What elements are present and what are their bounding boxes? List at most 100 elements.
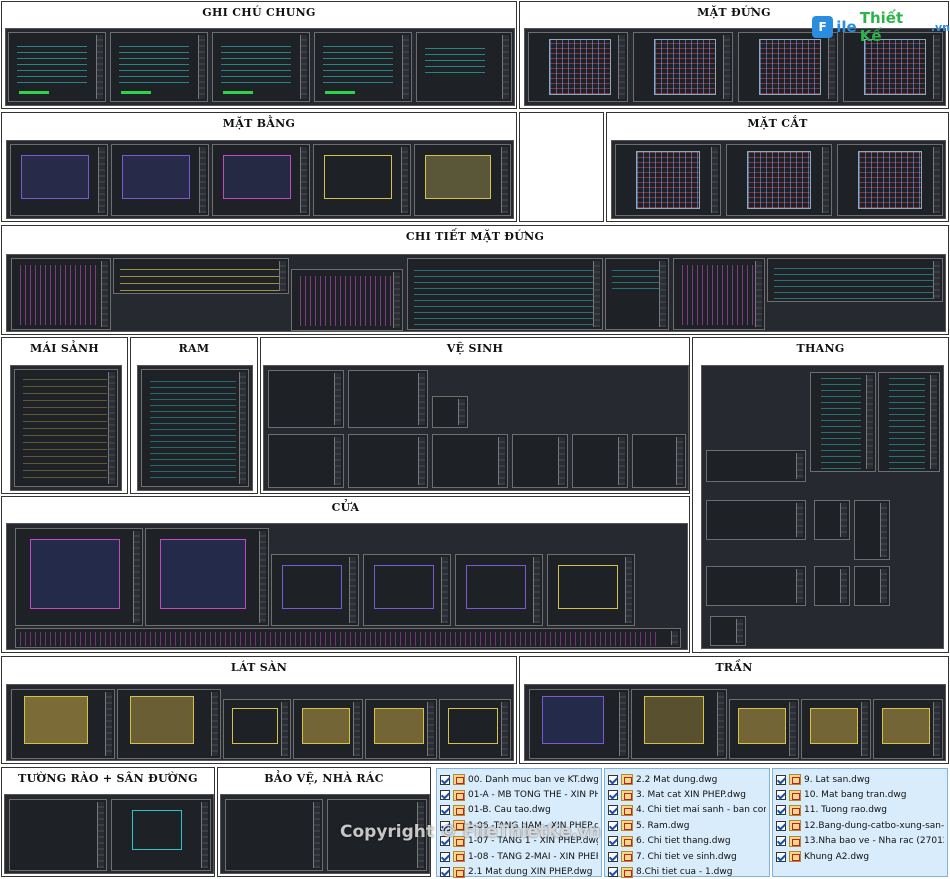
- section-title: VỆ SINH: [446, 342, 504, 355]
- checkbox-icon[interactable]: [440, 805, 450, 816]
- file-item[interactable]: 4. Chi tiet mai sanh - ban cong.dwg: [608, 803, 766, 818]
- file-list-column-2: 2.2 Mat dung.dwg 3. Mat cat XIN PHEP.dwg…: [604, 768, 770, 879]
- cad-viewport: [263, 365, 689, 491]
- file-item[interactable]: 2.1 Mat dung XIN PHEP.dwg: [440, 864, 598, 879]
- file-item[interactable]: 9. Lat san.dwg: [776, 772, 944, 787]
- checkbox-icon[interactable]: [776, 820, 786, 831]
- drawing-sheet: [706, 450, 806, 482]
- panel-tran: TRẦN: [519, 656, 949, 764]
- drawing-sheet: [432, 434, 508, 488]
- checkbox-icon[interactable]: [440, 790, 450, 801]
- file-item[interactable]: 3. Mat cat XIN PHEP.dwg: [608, 787, 766, 802]
- checkbox-icon[interactable]: [776, 851, 786, 862]
- drawing-sheet: [726, 144, 832, 216]
- drawing-sheet: [810, 372, 876, 472]
- checkbox-icon[interactable]: [776, 774, 786, 785]
- checkbox-icon[interactable]: [440, 867, 450, 878]
- cad-viewport: [524, 684, 946, 761]
- section-title: CỬA: [331, 501, 360, 514]
- section-title: LÁT SÀN: [230, 661, 288, 674]
- drawing-sheet: [633, 32, 733, 102]
- drawing-sheet: [837, 144, 943, 216]
- drawing-sheet: [414, 144, 511, 216]
- panel-chi-tiet-mat-dung: CHI TIẾT MẶT ĐỨNG: [1, 225, 949, 335]
- drawing-sheet: [313, 144, 411, 216]
- filethietke-logo: F ile Thiết Kế .vn: [812, 9, 950, 45]
- copyright-watermark: Copyright © FileThietKe.vn: [340, 822, 601, 842]
- drawing-sheet: [673, 258, 765, 330]
- cad-viewport: [5, 28, 515, 106]
- drawing-sheet: [878, 372, 940, 472]
- file-item[interactable]: 7. Chi tiet ve sinh.dwg: [608, 849, 766, 864]
- dwg-file-icon: [621, 835, 633, 847]
- checkbox-icon[interactable]: [608, 867, 618, 878]
- drawing-sheet: [854, 500, 890, 560]
- drawing-sheet: [15, 628, 681, 648]
- checkbox-icon[interactable]: [440, 851, 450, 862]
- panel-mat-bang: MẶT BẰNG: [1, 112, 517, 222]
- file-list-column-3: 9. Lat san.dwg 10. Mat bang tran.dwg 11.…: [772, 768, 948, 877]
- checkbox-icon[interactable]: [608, 805, 618, 816]
- drawing-sheet: [632, 434, 686, 488]
- cad-viewport: [6, 684, 514, 761]
- file-item[interactable]: 12.Bang-dung-catbo-xung-san-duon...: [776, 818, 944, 833]
- drawing-sheet: [572, 434, 628, 488]
- dwg-file-icon: [789, 774, 801, 786]
- drawing-sheet: [11, 689, 115, 759]
- logo-text-file: ile: [836, 18, 857, 36]
- panel-cua: CỬA: [1, 496, 690, 653]
- file-item[interactable]: 6. Chi tiet thang.dwg: [608, 834, 766, 849]
- dwg-file-icon: [789, 804, 801, 816]
- checkbox-icon[interactable]: [608, 774, 618, 785]
- checkbox-icon[interactable]: [776, 790, 786, 801]
- drawing-sheet: [225, 799, 323, 871]
- file-item[interactable]: 5. Ram.dwg: [608, 818, 766, 833]
- dwg-file-icon: [453, 851, 465, 863]
- drawing-sheet: [512, 434, 568, 488]
- file-item[interactable]: 13.Nha bao ve - Nha rac (27012022).d...: [776, 834, 944, 849]
- drawing-sheet: [767, 258, 943, 302]
- drawing-sheet: [111, 799, 211, 871]
- file-item[interactable]: 10. Mat bang tran.dwg: [776, 787, 944, 802]
- panel-ram: RAM: [130, 337, 258, 494]
- checkbox-icon[interactable]: [776, 805, 786, 816]
- drawing-sheet: [8, 32, 106, 102]
- checkbox-icon[interactable]: [608, 851, 618, 862]
- checkbox-icon[interactable]: [608, 790, 618, 801]
- checkbox-icon[interactable]: [608, 836, 618, 847]
- drawing-sheet: [854, 566, 890, 606]
- file-item[interactable]: 1-08 - TANG 2-MAI - XIN PHEP.dwg: [440, 849, 598, 864]
- file-item[interactable]: Khung A2.dwg: [776, 849, 944, 864]
- file-item[interactable]: 2.2 Mat dung.dwg: [608, 772, 766, 787]
- drawing-sheet: [293, 699, 363, 759]
- drawing-sheet: [432, 396, 468, 428]
- panel-mai-sanh: MÁI SẢNH: [1, 337, 128, 494]
- cad-viewport: [6, 254, 946, 332]
- drawing-sheet: [710, 616, 746, 646]
- checkbox-icon[interactable]: [440, 774, 450, 785]
- section-title: TƯỜNG RÀO + SÂN ĐƯỜNG: [18, 772, 198, 785]
- file-item[interactable]: 01-A - MB TONG THE - XIN PHEP.dwg: [440, 787, 598, 802]
- file-item[interactable]: 00. Danh muc ban ve KT.dwg: [440, 772, 598, 787]
- cad-viewport: [10, 365, 122, 491]
- cad-viewport: [6, 140, 514, 219]
- checkbox-icon[interactable]: [776, 836, 786, 847]
- section-title: MẶT CẮT: [747, 117, 808, 130]
- drawing-sheet: [706, 500, 806, 540]
- drawing-sheet: [738, 32, 838, 102]
- file-item[interactable]: 8.Chi tiet cua - 1.dwg: [608, 864, 766, 879]
- dwg-file-icon: [621, 851, 633, 863]
- file-item[interactable]: 11. Tuong rao.dwg: [776, 803, 944, 818]
- drawing-sheet: [365, 699, 437, 759]
- panel-empty: [519, 112, 604, 222]
- section-title: MÁI SẢNH: [29, 342, 99, 355]
- file-item[interactable]: 01-B. Cau tao.dwg: [440, 803, 598, 818]
- section-title: THANG: [796, 342, 845, 355]
- drawing-sheet: [9, 799, 107, 871]
- drawing-sheet: [212, 144, 310, 216]
- drawing-sheet: [110, 32, 208, 102]
- checkbox-icon[interactable]: [608, 820, 618, 831]
- dwg-file-icon: [621, 774, 633, 786]
- drawing-sheet: [291, 269, 403, 331]
- cad-viewport: [701, 365, 944, 649]
